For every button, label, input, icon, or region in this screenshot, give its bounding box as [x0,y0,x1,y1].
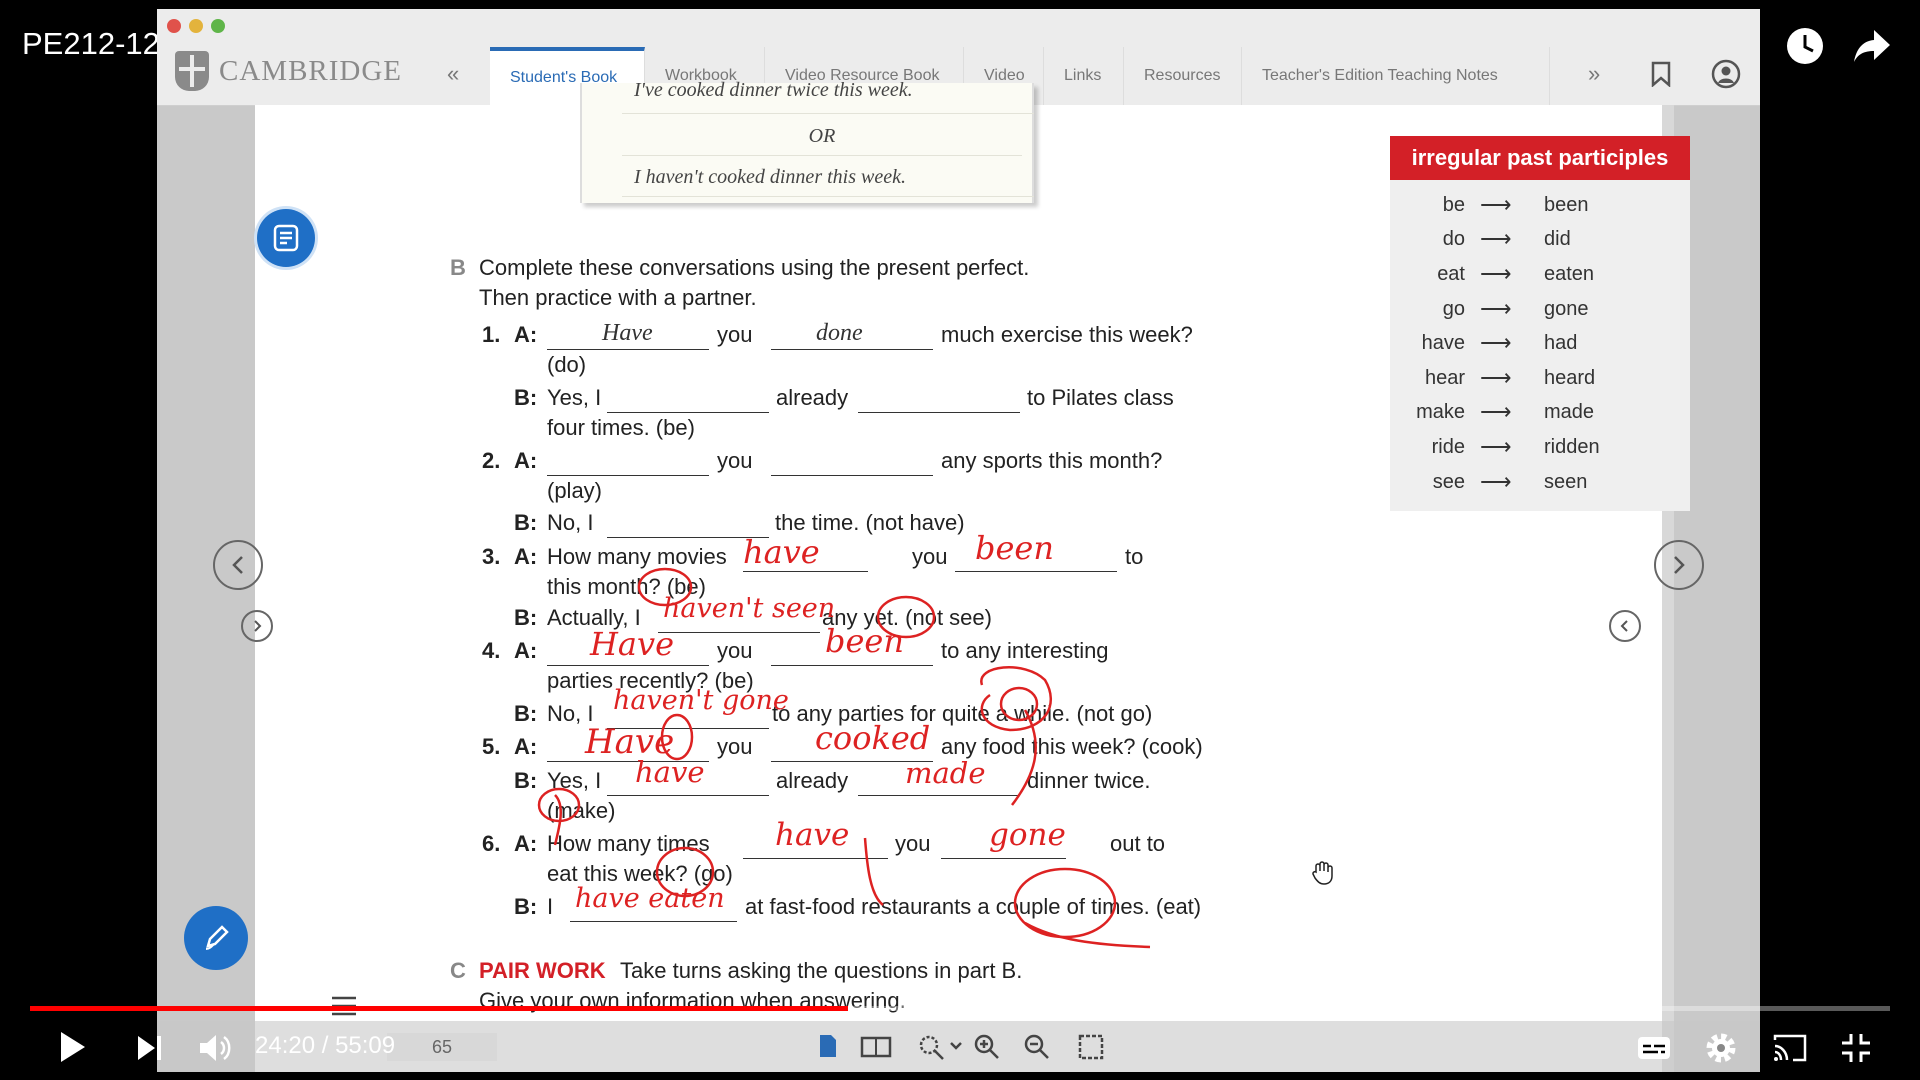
account-icon[interactable] [1711,59,1741,94]
next-video-icon[interactable] [135,1033,165,1068]
annotate-pen-button[interactable] [184,906,248,970]
irregular-participles-box: irregular past participles be ⟶ been do ⟶ di… [1390,136,1690,511]
participle-row: hear ⟶ heard [1424,365,1596,390]
time-display: 24:20 / 55:09 [255,1032,396,1059]
participle-row: make ⟶ made [1416,399,1595,424]
cambridge-shield-icon [175,51,209,91]
prev-section-button[interactable] [241,610,273,642]
ebook-window: CAMBRIDGE « Student's Book Workbook Vide… [157,9,1760,1072]
progress-bar[interactable] [30,1006,1890,1011]
volume-icon[interactable] [198,1032,234,1069]
watch-later-icon[interactable] [1785,26,1825,71]
window-minimize-dot[interactable] [189,19,203,33]
participle-row: do ⟶ did [1442,226,1571,251]
participle-row: go ⟶ gone [1442,296,1589,321]
participle-row: ride ⟶ ridden [1431,434,1600,459]
participle-row: see ⟶ seen [1432,469,1588,494]
share-icon[interactable] [1852,28,1892,69]
next-page-button[interactable] [1654,540,1704,590]
bookmark-icon[interactable] [1651,61,1671,92]
page-number-field[interactable]: 65 [387,1033,497,1061]
book-page: I've cooked dinner twice this week. OR I… [255,79,1690,1072]
pair-work-label: PAIR WORK [479,958,606,983]
play-icon[interactable] [58,1030,88,1069]
page-view-icon[interactable] [817,1033,839,1064]
next-section-button[interactable] [1609,610,1641,642]
subtitles-icon[interactable] [1636,1034,1672,1067]
zoom-in-icon[interactable] [973,1033,1001,1066]
exit-fullscreen-icon[interactable] [1840,1032,1872,1069]
participle-row: be ⟶ been [1442,192,1589,217]
window-close-dot[interactable] [167,19,181,33]
window-zoom-dot[interactable] [211,19,225,33]
cast-icon[interactable] [1771,1032,1809,1069]
ebook-toolbar: 65 [157,1021,1760,1072]
progress-fill [30,1006,849,1011]
zoom-out-icon[interactable] [1023,1033,1051,1066]
spread-view-icon[interactable] [860,1035,892,1064]
fit-page-icon[interactable] [1077,1033,1105,1066]
expand-tabs-button[interactable]: » [1588,61,1600,87]
zoom-select-icon[interactable] [917,1033,967,1066]
notes-button[interactable] [257,209,315,267]
prev-page-button[interactable] [213,540,263,590]
tab-resources[interactable]: Resources [1124,47,1242,105]
tab-links[interactable]: Links [1044,47,1124,105]
exercise-c-letter: C [450,958,466,983]
ink-annotations [537,567,1151,949]
cambridge-logo: CAMBRIDGE [175,51,402,91]
participle-row: have ⟶ had [1421,330,1578,355]
hand-cursor-icon [1310,860,1336,891]
tab-teaching-notes[interactable]: Teacher's Edition Teaching Notes [1242,47,1550,105]
settings-gear-icon[interactable] [1703,1030,1739,1071]
exercise-c-text: Take turns asking the questions in part … [620,958,1023,983]
collapse-tabs-button[interactable]: « [447,61,459,87]
irregular-box-title: irregular past participles [1390,136,1690,180]
participle-row: eat ⟶ eaten [1437,261,1595,286]
